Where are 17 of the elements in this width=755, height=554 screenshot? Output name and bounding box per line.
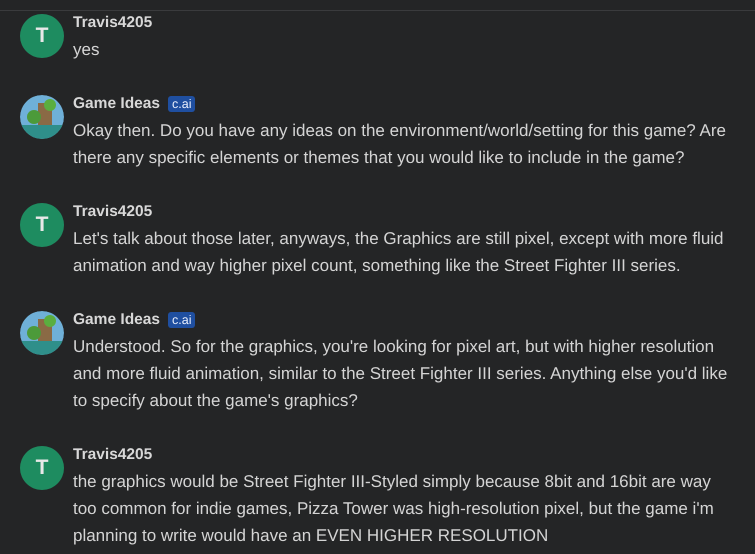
- message-text: yes: [73, 39, 100, 61]
- bot-tag: c.ai: [168, 312, 196, 328]
- message-text: Let's talk about those later, anyways, the Graphics are still pixel, except with more fluid animation and way higher pixel count, something like the Street Fighter III series.: [73, 228, 725, 277]
- author-name: Travis4205: [73, 14, 152, 32]
- bot-tag: c.ai: [168, 96, 196, 112]
- avatar: T: [20, 203, 64, 247]
- message-text: the graphics would be Street Fighter III-Styled simply because 8bit and 16bit are way too common for indie games, Pizza Tower was high-resolution pixel, but the game i'm planning to write would have an EVEN HIGHER RESOLUTION: [73, 471, 715, 547]
- avatar: T: [20, 14, 64, 58]
- message-text: Understood. So for the graphics, you're looking for pixel art, but with higher resolution and more fluid animation, similar to the Street Fighter III series. Anything else you'd like to specify about the game's graphics?: [73, 336, 728, 412]
- author-name: Travis4205: [73, 446, 152, 464]
- author-name: Game Ideas: [73, 311, 160, 329]
- avatar-picture: [20, 311, 64, 355]
- avatar-picture: [20, 95, 64, 139]
- message-text: Okay then. Do you have any ideas on the environment/world/setting for this game? Are there any specific elements or themes that you would like to include in the game?: [73, 120, 727, 169]
- author-name: Travis4205: [73, 203, 152, 221]
- author-name: Game Ideas: [73, 95, 160, 113]
- avatar: T: [20, 446, 64, 490]
